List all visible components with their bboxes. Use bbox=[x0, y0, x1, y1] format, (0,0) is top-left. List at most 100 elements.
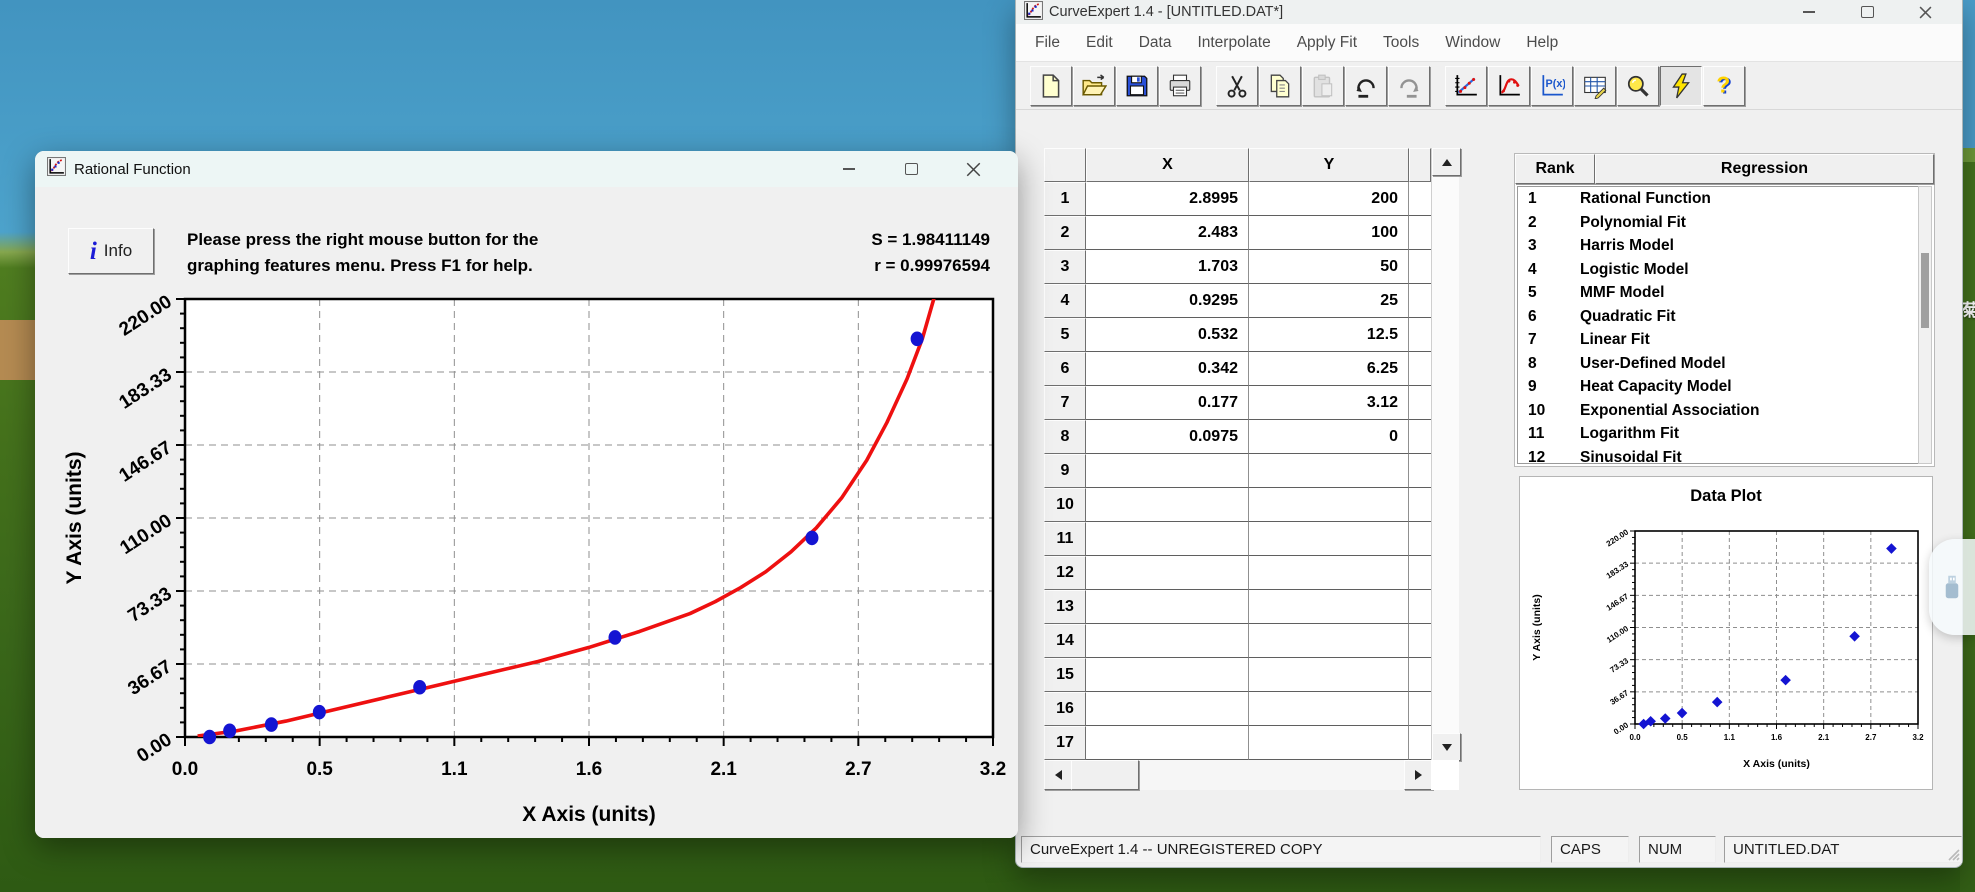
cell-x-1[interactable]: 2.8995 bbox=[1086, 182, 1249, 216]
menu-file[interactable]: File bbox=[1022, 24, 1073, 61]
row-header-3[interactable]: 3 bbox=[1044, 250, 1086, 284]
cell-y-4[interactable]: 25 bbox=[1249, 284, 1409, 318]
cell-y-2[interactable]: 100 bbox=[1249, 216, 1409, 250]
fit-window-titlebar[interactable]: Rational Function bbox=[35, 151, 1018, 187]
scroll-down-button[interactable] bbox=[1432, 733, 1461, 761]
row-header-15[interactable]: 15 bbox=[1044, 658, 1086, 692]
cell-y-15[interactable] bbox=[1249, 658, 1409, 692]
regression-item-10[interactable]: 10Exponential Association bbox=[1518, 399, 1918, 423]
cell-y-17[interactable] bbox=[1249, 726, 1409, 760]
fit-close-button[interactable] bbox=[942, 151, 1004, 187]
print-button[interactable] bbox=[1159, 66, 1201, 106]
copy-button[interactable] bbox=[1259, 66, 1301, 106]
cell-y-10[interactable] bbox=[1249, 488, 1409, 522]
regression-item-4[interactable]: 4Logistic Model bbox=[1518, 258, 1918, 282]
cell-x-4[interactable]: 0.9295 bbox=[1086, 284, 1249, 318]
cell-x-6[interactable]: 0.342 bbox=[1086, 352, 1249, 386]
maximize-button[interactable] bbox=[1838, 0, 1896, 24]
undo-button[interactable] bbox=[1345, 66, 1387, 106]
row-header-7[interactable]: 7 bbox=[1044, 386, 1086, 420]
cell-y-7[interactable]: 3.12 bbox=[1249, 386, 1409, 420]
cell-y-13[interactable] bbox=[1249, 590, 1409, 624]
cell-y-14[interactable] bbox=[1249, 624, 1409, 658]
cell-x-15[interactable] bbox=[1086, 658, 1249, 692]
cell-y-8[interactable]: 0 bbox=[1249, 420, 1409, 454]
cell-x-16[interactable] bbox=[1086, 692, 1249, 726]
regression-scrollbar[interactable] bbox=[1918, 186, 1932, 464]
row-header-4[interactable]: 4 bbox=[1044, 284, 1086, 318]
row-header-1[interactable]: 1 bbox=[1044, 182, 1086, 216]
row-header-12[interactable]: 12 bbox=[1044, 556, 1086, 590]
paste-button[interactable] bbox=[1302, 66, 1344, 106]
scroll-left-button[interactable] bbox=[1044, 760, 1073, 790]
row-header-5[interactable]: 5 bbox=[1044, 318, 1086, 352]
cell-x-13[interactable] bbox=[1086, 590, 1249, 624]
cell-x-9[interactable] bbox=[1086, 454, 1249, 488]
scroll-right-button[interactable] bbox=[1404, 760, 1433, 790]
regression-item-5[interactable]: 5MMF Model bbox=[1518, 281, 1918, 305]
minimize-button[interactable] bbox=[1780, 0, 1838, 24]
regression-item-8[interactable]: 8User-Defined Model bbox=[1518, 352, 1918, 376]
menu-window[interactable]: Window bbox=[1432, 24, 1513, 61]
table-horizontal-scrollbar[interactable] bbox=[1044, 760, 1431, 790]
row-header-8[interactable]: 8 bbox=[1044, 420, 1086, 454]
regression-item-3[interactable]: 3Harris Model bbox=[1518, 234, 1918, 258]
cell-x-12[interactable] bbox=[1086, 556, 1249, 590]
interpolate-button[interactable] bbox=[1574, 66, 1616, 106]
menu-tools[interactable]: Tools bbox=[1370, 24, 1432, 61]
row-header-16[interactable]: 16 bbox=[1044, 692, 1086, 726]
table-vertical-scrollbar[interactable] bbox=[1431, 148, 1459, 760]
regression-item-9[interactable]: 9Heat Capacity Model bbox=[1518, 375, 1918, 399]
cell-y-16[interactable] bbox=[1249, 692, 1409, 726]
fit-maximize-button[interactable] bbox=[880, 151, 942, 187]
regression-item-1[interactable]: 1Rational Function bbox=[1518, 187, 1918, 211]
cell-y-5[interactable]: 12.5 bbox=[1249, 318, 1409, 352]
cell-y-9[interactable] bbox=[1249, 454, 1409, 488]
table-corner-cell[interactable] bbox=[1044, 148, 1086, 182]
regression-item-11[interactable]: 11Logarithm Fit bbox=[1518, 422, 1918, 446]
cell-x-14[interactable] bbox=[1086, 624, 1249, 658]
row-header-13[interactable]: 13 bbox=[1044, 590, 1086, 624]
cell-x-2[interactable]: 2.483 bbox=[1086, 216, 1249, 250]
row-header-6[interactable]: 6 bbox=[1044, 352, 1086, 386]
polynomial-fit-button[interactable]: P(x) bbox=[1531, 66, 1573, 106]
linear-fit-button[interactable] bbox=[1445, 66, 1487, 106]
info-button[interactable]: i Info bbox=[68, 228, 154, 274]
row-header-9[interactable]: 9 bbox=[1044, 454, 1086, 488]
menu-data[interactable]: Data bbox=[1126, 24, 1185, 61]
fit-plot-chart[interactable]: 0.00.000.536.671.173.331.6110.002.1146.6… bbox=[35, 281, 1018, 838]
cell-x-3[interactable]: 1.703 bbox=[1086, 250, 1249, 284]
find-best-fit-button[interactable] bbox=[1617, 66, 1659, 106]
menu-edit[interactable]: Edit bbox=[1073, 24, 1126, 61]
cell-x-11[interactable] bbox=[1086, 522, 1249, 556]
regression-item-7[interactable]: 7Linear Fit bbox=[1518, 328, 1918, 352]
close-button[interactable] bbox=[1896, 0, 1954, 24]
row-header-11[interactable]: 11 bbox=[1044, 522, 1086, 556]
regression-item-12[interactable]: 12Sinusoidal Fit bbox=[1518, 446, 1918, 465]
cell-y-1[interactable]: 200 bbox=[1249, 182, 1409, 216]
menu-apply-fit[interactable]: Apply Fit bbox=[1284, 24, 1370, 61]
cell-y-12[interactable] bbox=[1249, 556, 1409, 590]
row-header-10[interactable]: 10 bbox=[1044, 488, 1086, 522]
redo-button[interactable] bbox=[1388, 66, 1430, 106]
column-header-x[interactable]: X bbox=[1086, 148, 1249, 182]
cell-x-8[interactable]: 0.0975 bbox=[1086, 420, 1249, 454]
row-header-17[interactable]: 17 bbox=[1044, 726, 1086, 760]
cell-x-7[interactable]: 0.177 bbox=[1086, 386, 1249, 420]
fit-minimize-button[interactable] bbox=[818, 151, 880, 187]
regression-scroll-thumb[interactable] bbox=[1921, 253, 1929, 328]
floating-widget[interactable] bbox=[1929, 539, 1975, 635]
hscroll-thumb[interactable] bbox=[1071, 760, 1139, 790]
save-button[interactable] bbox=[1116, 66, 1158, 106]
open-folder-button[interactable] bbox=[1073, 66, 1115, 106]
curve-fit-button[interactable] bbox=[1488, 66, 1530, 106]
resize-grip[interactable] bbox=[1945, 846, 1960, 861]
regression-item-2[interactable]: 2Polynomial Fit bbox=[1518, 211, 1918, 235]
cell-x-10[interactable] bbox=[1086, 488, 1249, 522]
scroll-up-button[interactable] bbox=[1432, 148, 1461, 176]
main-titlebar[interactable]: CurveExpert 1.4 - [UNTITLED.DAT*] bbox=[1016, 0, 1962, 24]
cut-button[interactable] bbox=[1216, 66, 1258, 106]
row-header-2[interactable]: 2 bbox=[1044, 216, 1086, 250]
menu-interpolate[interactable]: Interpolate bbox=[1184, 24, 1283, 61]
row-header-14[interactable]: 14 bbox=[1044, 624, 1086, 658]
